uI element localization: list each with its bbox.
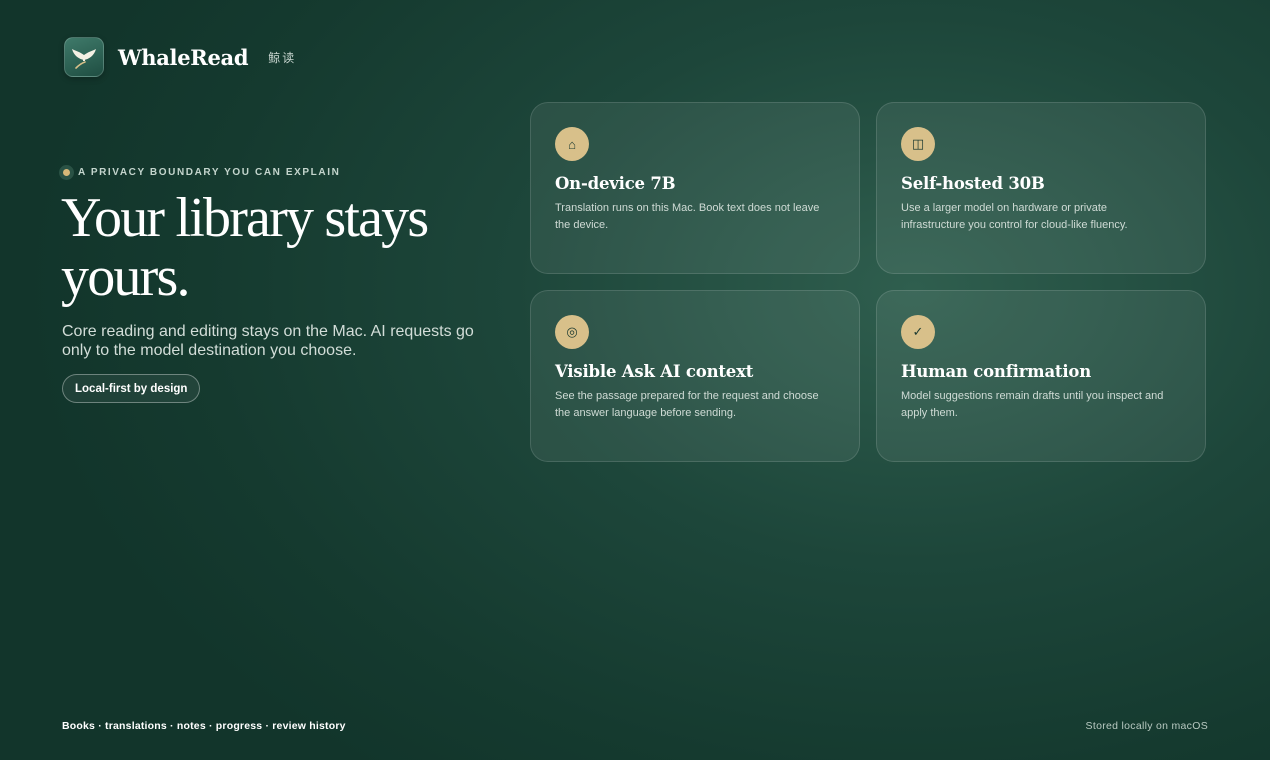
brand-name: WhaleRead (118, 44, 249, 70)
checkmark-icon: ✓ (901, 315, 935, 349)
home-icon: ⌂ (555, 127, 589, 161)
hero-subtitle: Core reading and editing stays on the Ma… (62, 323, 474, 359)
card-human-confirmation: ✓ Human confirmation Model suggestions r… (876, 290, 1206, 462)
eyebrow: A PRIVACY BOUNDARY YOU CAN EXPLAIN (59, 165, 340, 180)
whale-tail-icon (64, 37, 104, 77)
card-description: Model suggestions remain drafts until yo… (901, 390, 1164, 419)
card-description: See the passage prepared for the request… (555, 390, 819, 419)
card-title: Visible Ask AI context (555, 362, 754, 381)
footer-storage-note: Stored locally on macOS (1085, 720, 1208, 732)
footer-stored-items: Books · translations · notes · progress … (62, 720, 346, 732)
brand-subtitle: 鲸读 (268, 50, 297, 65)
card-title: On-device 7B (555, 174, 676, 193)
card-description: Use a larger model on hardware or privat… (901, 202, 1128, 231)
card-ask-ai-context: ◎ Visible Ask AI context See the passage… (530, 290, 860, 462)
local-first-badge: Local-first by design (62, 374, 201, 403)
brand-header: WhaleRead 鲸读 (64, 37, 296, 77)
server-icon: ◫ (901, 127, 935, 161)
card-description: Translation runs on this Mac. Book text … (555, 202, 820, 231)
eyebrow-text: A PRIVACY BOUNDARY YOU CAN EXPLAIN (78, 167, 341, 178)
card-title: Human confirmation (901, 362, 1092, 381)
card-title: Self-hosted 30B (901, 174, 1045, 193)
card-on-device: ⌂ On-device 7B Translation runs on this … (530, 102, 860, 274)
card-self-hosted: ◫ Self-hosted 30B Use a larger model on … (876, 102, 1206, 274)
page-title: Your library stays yours. (61, 187, 429, 308)
status-dot-icon (59, 165, 74, 180)
target-icon: ◎ (555, 315, 589, 349)
